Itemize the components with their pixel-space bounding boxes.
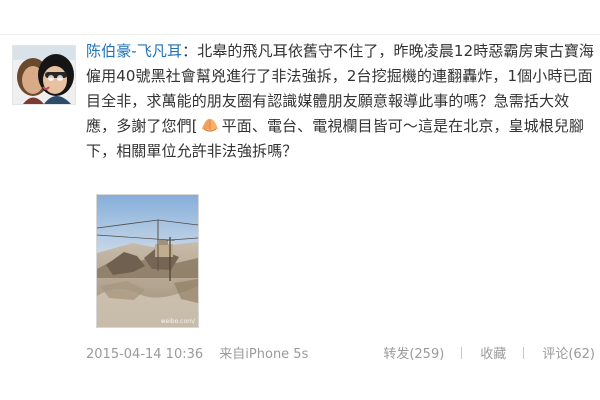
post-content: 陈伯豪-飞凡耳：北皋的飛凡耳依舊守不住了，昨晚凌晨12時惡霸房東古寶海僱用40號…: [86, 39, 594, 164]
weibo-post-screen: 陈伯豪-飞凡耳：北皋的飛凡耳依舊守不住了，昨晚凌晨12時惡霸房東古寶海僱用40號…: [0, 0, 600, 400]
top-divider: [0, 34, 600, 35]
post-time[interactable]: 2015-04-14 10:36: [86, 347, 203, 362]
author-link[interactable]: 陈伯豪-飞凡耳: [86, 42, 182, 60]
post-actions: 转发(259) 收藏 评论(62): [383, 346, 595, 364]
photo-watermark: weibo.com/: [160, 318, 195, 325]
favorite-button[interactable]: 收藏: [480, 347, 506, 362]
post-source: 来自iPhone 5s: [219, 347, 309, 362]
author-avatar[interactable]: [12, 45, 76, 105]
post-meta: 2015-04-14 10:36 来自iPhone 5s: [86, 346, 308, 364]
action-separator: [461, 347, 463, 359]
action-separator: [523, 347, 525, 359]
praying-hands-icon: [199, 116, 221, 134]
repost-button[interactable]: 转发(259): [383, 347, 444, 362]
post-photo[interactable]: weibo.com/: [96, 194, 199, 328]
comment-button[interactable]: 评论(62): [542, 347, 595, 362]
